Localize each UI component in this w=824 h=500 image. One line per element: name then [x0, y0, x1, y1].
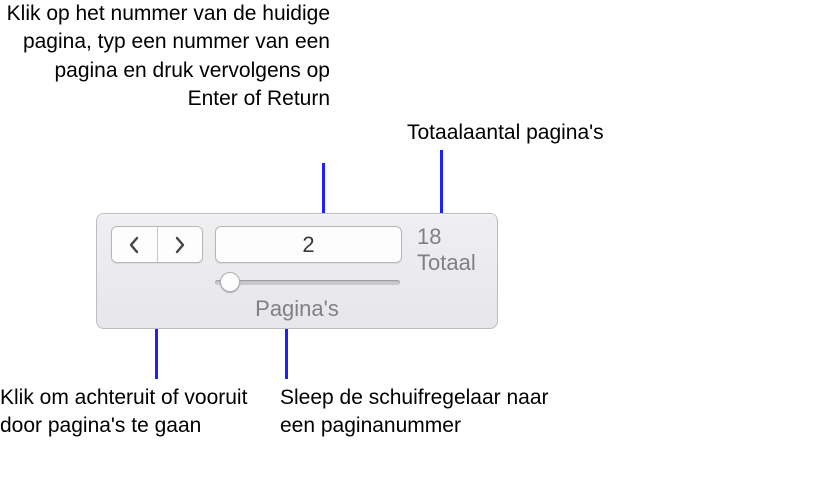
- next-page-button[interactable]: [157, 227, 203, 262]
- total-pages-label: Totaal: [417, 250, 476, 276]
- slider-thumb[interactable]: [220, 272, 240, 292]
- current-page-input[interactable]: 2: [215, 226, 402, 263]
- chevron-right-icon: [173, 236, 187, 254]
- panel-caption: Pagina's: [97, 296, 497, 322]
- page-nav-segmented: [111, 226, 203, 263]
- total-pages-block: 18 Totaal: [417, 224, 476, 277]
- total-pages-value: 18: [417, 224, 476, 250]
- chevron-left-icon: [127, 236, 141, 254]
- callout-page-field: Klik op het nummer van de huidige pagina…: [0, 0, 330, 113]
- callout-total: Totaalaantal pagina's: [407, 119, 604, 147]
- slider-track: [215, 280, 400, 285]
- callout-slider: Sleep de schuifregelaar naar een paginan…: [280, 384, 570, 441]
- page-navigator-panel: 2 18 Totaal Pagina's: [96, 213, 498, 329]
- prev-page-button[interactable]: [112, 227, 157, 262]
- page-slider[interactable]: [215, 272, 400, 294]
- callout-nav: Klik om achteruit of vooruit door pagina…: [0, 384, 260, 441]
